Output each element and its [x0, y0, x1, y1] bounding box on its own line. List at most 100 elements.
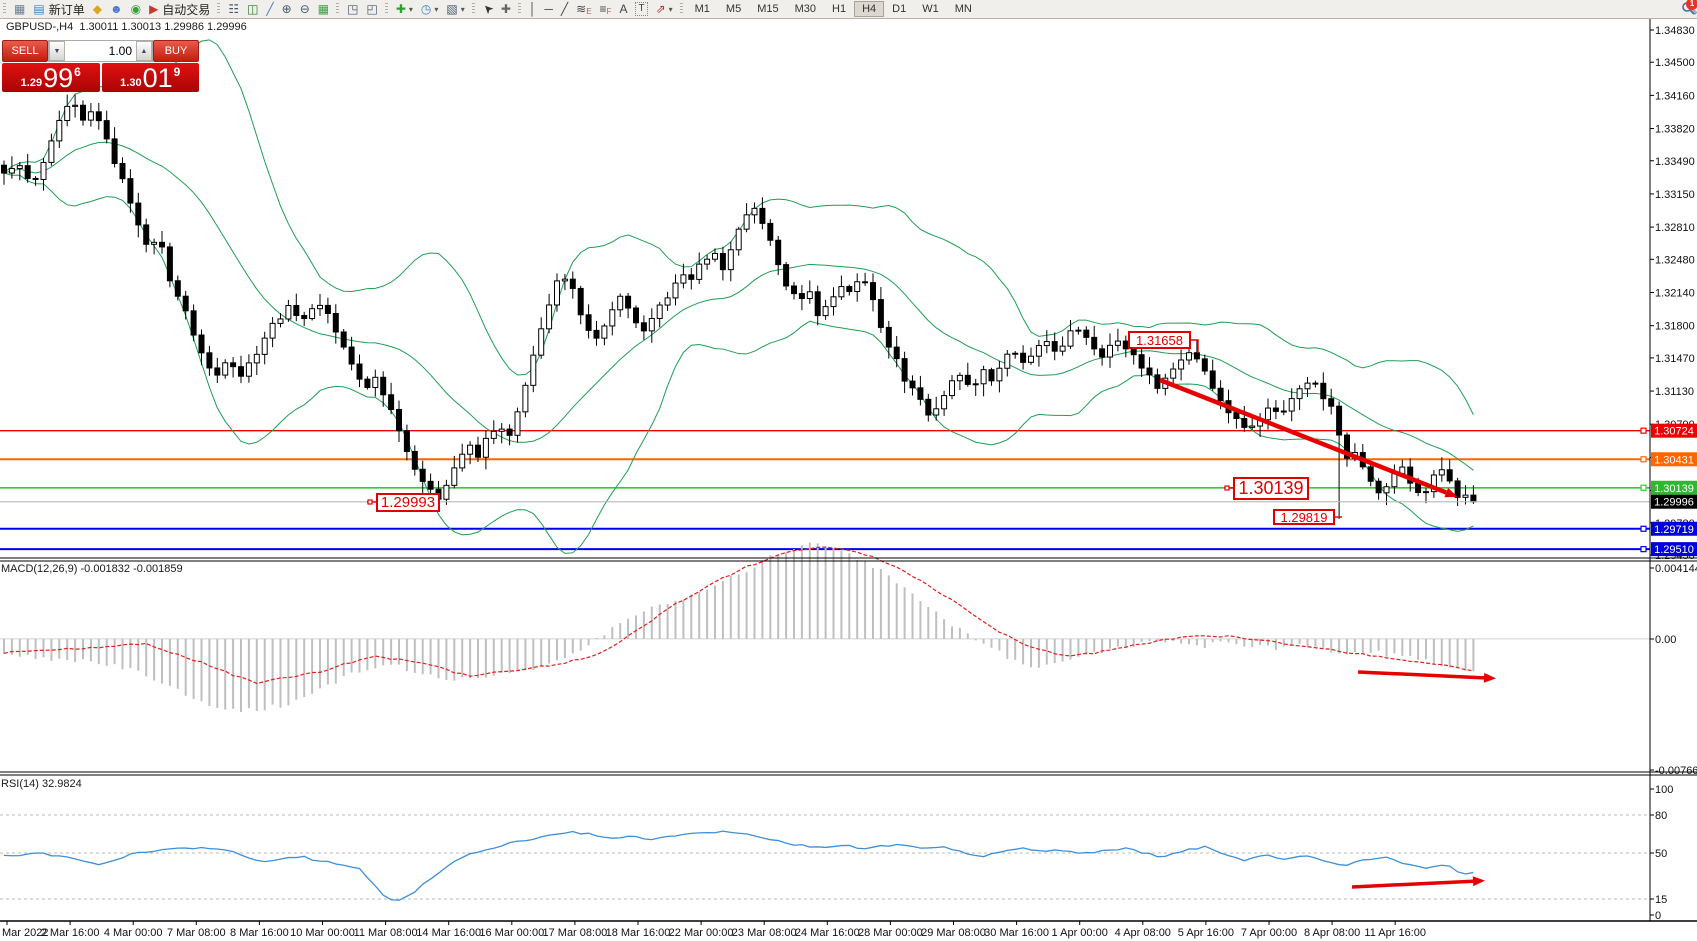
svg-text:1.32480: 1.32480	[1655, 254, 1695, 266]
price-annotation-1-29993[interactable]: 1.29993	[376, 493, 440, 512]
date-label: 5 Apr 16:00	[1178, 927, 1234, 939]
eraser-icon-glyph: ◆	[93, 2, 102, 16]
eraser-icon[interactable]: ◆	[89, 1, 106, 17]
line-chart-icon[interactable]: ╱	[262, 1, 277, 17]
date-label: 8 Mar 16:00	[230, 927, 289, 939]
svg-text:15: 15	[1655, 894, 1667, 906]
arrows-icon[interactable]: ⇗▾	[652, 1, 677, 17]
fibonacci-icon-glyph: ≡	[600, 2, 607, 16]
svg-text:1.34160: 1.34160	[1655, 90, 1695, 102]
new-order-glyph: ▤	[33, 2, 44, 16]
rsi-label: RSI(14) 32.9824	[1, 778, 82, 790]
timeframe-h1[interactable]: H1	[824, 1, 854, 17]
toolbar-grip	[336, 3, 339, 15]
template-glyph: ▧	[446, 2, 457, 16]
symbol-period: GBPUSD-,H4	[6, 21, 73, 33]
buy-price[interactable]: 1.30019	[102, 63, 200, 92]
timeframe-m1[interactable]: M1	[687, 1, 718, 17]
autoscroll-icon[interactable]: ◳	[343, 1, 362, 17]
date-label: 24 Mar 16:00	[795, 927, 860, 939]
zoom-in-icon[interactable]: ⊕	[278, 1, 296, 17]
date-label: 28 Mar 00:00	[858, 927, 923, 939]
autoscroll-icon-glyph: ◳	[347, 2, 358, 16]
date-label: 11 Mar 08:00	[354, 927, 418, 939]
svg-text:100: 100	[1655, 784, 1673, 796]
tile-windows-icon[interactable]: ▦	[314, 1, 333, 17]
add-indicator-button[interactable]: ✚▾	[392, 1, 417, 17]
timeframe-h4[interactable]: H4	[854, 1, 884, 17]
svg-text:1.32140: 1.32140	[1655, 288, 1695, 300]
svg-text:1.29510: 1.29510	[1654, 544, 1694, 556]
date-label: 17 Mar 08:00	[542, 927, 607, 939]
price-annotation-1-31658[interactable]: 1.31658	[1128, 331, 1191, 349]
signal-icon[interactable]: ◉	[127, 1, 145, 17]
svg-text:1.32810: 1.32810	[1655, 222, 1695, 234]
chart-window[interactable]: 1.348301.345001.341601.338201.334901.331…	[0, 0, 1697, 941]
label-icon[interactable]: T	[631, 1, 651, 17]
date-label: 7 Apr 00:00	[1241, 927, 1297, 939]
macd-label: MACD(12,26,9) -0.001832 -0.001859	[1, 563, 183, 575]
new-order-button[interactable]: ▤新订单	[29, 1, 88, 17]
notification-badge: 1	[1686, 0, 1697, 10]
horizontal-line-icon[interactable]: ─	[540, 1, 557, 17]
vertical-line-icon[interactable]: │	[525, 1, 541, 17]
cursor-icon[interactable]: ➤	[479, 1, 497, 17]
text-icon[interactable]: A	[615, 1, 631, 17]
autotrade-button[interactable]: ▶自动交易	[145, 1, 214, 17]
zoom-in-icon-glyph: ⊕	[282, 2, 292, 16]
fibonacci-icon[interactable]: ≡F	[596, 1, 616, 17]
svg-text:1.33150: 1.33150	[1655, 189, 1695, 201]
date-label: 2 Mar 16:00	[41, 927, 100, 939]
trendline-icon[interactable]: ╱	[557, 1, 572, 17]
toolbar-grip	[472, 3, 475, 15]
chart-shift-icon[interactable]: ◰	[362, 1, 381, 17]
bar-chart-icon[interactable]: ☷	[224, 1, 243, 17]
price-annotation-1-30139[interactable]: 1.30139	[1233, 477, 1309, 500]
window-tile-icon[interactable]: ▦	[10, 1, 29, 17]
date-label: 8 Apr 08:00	[1304, 927, 1360, 939]
toolbar-grip	[217, 3, 220, 15]
crosshair-icon[interactable]: ✚	[497, 1, 515, 17]
periods-menu-button[interactable]: ◷▾	[417, 1, 443, 17]
template-button[interactable]: ▧▾	[442, 1, 468, 17]
price-annotation-1-29819[interactable]: 1.29819	[1273, 509, 1335, 525]
autotrade-glyph: ▶	[149, 2, 158, 16]
timeframe-w1[interactable]: W1	[914, 1, 947, 17]
volume-increase-button[interactable]: ▲	[136, 41, 152, 61]
date-label: 16 Mar 00:00	[479, 927, 544, 939]
timeframe-d1[interactable]: D1	[884, 1, 914, 17]
cursor-icon-glyph: ➤	[479, 0, 496, 17]
svg-text:1.30139: 1.30139	[1654, 483, 1694, 495]
volume-decrease-button[interactable]: ▼	[49, 41, 65, 61]
channel-icon-glyph: ≋	[576, 2, 586, 16]
svg-text:1.30431: 1.30431	[1654, 454, 1694, 466]
bar-chart-icon-glyph: ☷	[228, 2, 239, 16]
zoom-out-icon[interactable]: ⊖	[296, 1, 314, 17]
date-label: 11 Apr 16:00	[1364, 927, 1426, 939]
date-label: 7 Mar 08:00	[167, 927, 226, 939]
volume-input[interactable]	[65, 41, 136, 61]
periods-menu-glyph: ◷	[421, 2, 431, 16]
signal-icon-glyph: ◉	[131, 2, 141, 16]
sell-button[interactable]: SELL	[2, 40, 48, 62]
timeframe-mn[interactable]: MN	[947, 1, 980, 17]
buy-button[interactable]: BUY	[153, 40, 199, 62]
svg-text:1.34830: 1.34830	[1655, 25, 1695, 37]
sell-price[interactable]: 1.29996	[2, 63, 100, 92]
timeframe-m5[interactable]: M5	[718, 1, 749, 17]
date-label: 4 Apr 08:00	[1115, 927, 1171, 939]
timeframe-m30[interactable]: M30	[787, 1, 824, 17]
timeframe-m15[interactable]: M15	[749, 1, 786, 17]
svg-text:1.31470: 1.31470	[1655, 353, 1695, 365]
symbol-ohlc-line: GBPUSD-,H4 1.30011 1.30013 1.29986 1.299…	[6, 21, 247, 33]
toolbar-grip	[518, 3, 521, 15]
toolbar: ▦▤新订单◆☻◉▶自动交易☷◫╱⊕⊖▦◳◰✚▾◷▾▧▾➤✚│─╱≋E≡FAT⇗▾…	[0, 0, 1697, 19]
svg-text:0.00: 0.00	[1655, 634, 1676, 646]
add-indicator-glyph: ✚	[396, 2, 406, 16]
horizontal-line-icon-glyph: ─	[544, 2, 553, 16]
channel-icon[interactable]: ≋E	[572, 1, 595, 17]
zoom-out-icon-glyph: ⊖	[300, 2, 310, 16]
profile-icon[interactable]: ☻	[106, 1, 127, 17]
candlestick-chart-icon[interactable]: ◫	[243, 1, 262, 17]
chart-canvas[interactable]: 1.348301.345001.341601.338201.334901.331…	[0, 0, 1697, 941]
